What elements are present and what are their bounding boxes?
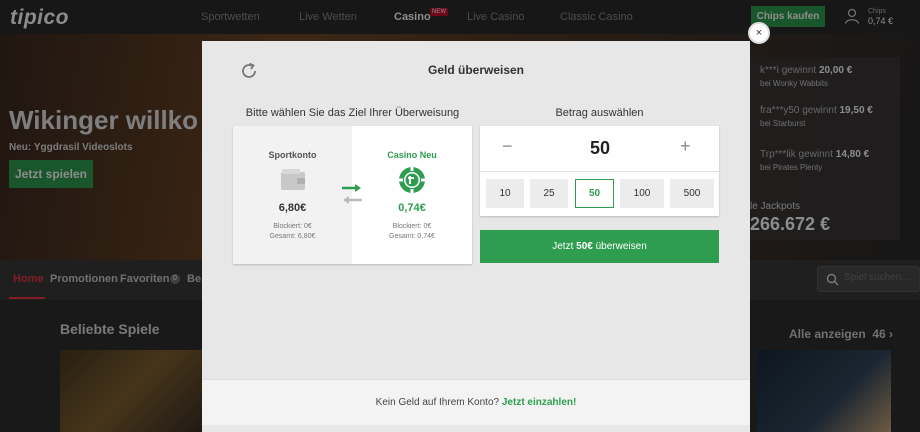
source-amount: 6,80€ <box>278 202 307 214</box>
deposit-now-link[interactable]: Jetzt einzahlen! <box>502 397 576 408</box>
transfer-submit-button[interactable]: Jetzt 50€ überweisen <box>480 230 719 263</box>
destination-amount: 0,74€ <box>398 202 426 214</box>
amount-selector: − 50 + 10 25 50 100 500 <box>480 126 719 216</box>
preset-500-button[interactable]: 500 <box>670 179 714 208</box>
preset-10-button[interactable]: 10 <box>486 179 524 208</box>
destination-total: Gesamt: 0,74€ <box>389 233 435 240</box>
destination-account[interactable]: Casino Neu 0,74€ Blockiert: 0€ Gesamt: 0… <box>352 126 472 264</box>
preset-25-button[interactable]: 25 <box>530 179 568 208</box>
source-name: Sportkonto <box>268 150 317 160</box>
modal-title: Geld überweisen <box>427 63 525 77</box>
destination-name: Casino Neu <box>387 150 437 160</box>
transfer-target-card: Sportkonto 6,80€ Blockiert: 0€ Gesamt: 6… <box>233 126 472 264</box>
divider <box>480 171 719 172</box>
decrease-amount-button[interactable]: − <box>502 136 513 157</box>
preset-50-button[interactable]: 50 <box>575 179 614 208</box>
close-icon[interactable]: × <box>748 22 770 44</box>
source-total: Gesamt: 6,80€ <box>269 233 316 240</box>
casino-chip-icon <box>399 167 425 193</box>
preset-100-button[interactable]: 100 <box>620 179 664 208</box>
increase-amount-button[interactable]: + <box>680 136 691 157</box>
amount-heading: Betrag auswählen <box>555 107 644 119</box>
amount-value[interactable]: 50 <box>560 138 640 159</box>
destination-blocked: Blockiert: 0€ <box>392 223 432 230</box>
source-blocked: Blockiert: 0€ <box>273 223 312 230</box>
source-account[interactable]: Sportkonto 6,80€ Blockiert: 0€ Gesamt: 6… <box>233 126 352 264</box>
target-heading: Bitte wählen Sie das Ziel Ihrer Überweis… <box>245 107 460 119</box>
wallet-icon <box>281 169 305 190</box>
swap-arrows-icon[interactable] <box>340 183 364 205</box>
footer-text: Kein Geld auf Ihrem Konto? Jetzt einzahl… <box>375 397 577 408</box>
transfer-modal: Geld überweisen Bitte wählen Sie das Zie… <box>202 41 750 432</box>
modal-footer: Kein Geld auf Ihrem Konto? Jetzt einzahl… <box>202 379 750 425</box>
